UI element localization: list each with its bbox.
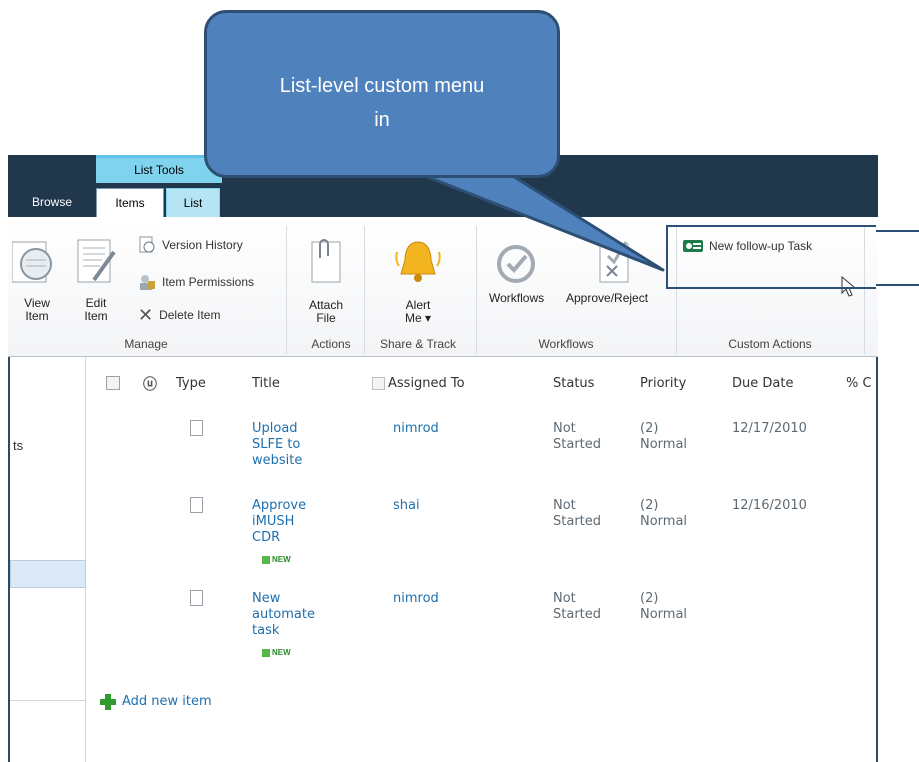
column-header-checkbox[interactable] bbox=[372, 377, 385, 390]
list-tools-context-label: List Tools bbox=[96, 155, 222, 183]
priority-value: (2) Normal bbox=[640, 591, 688, 622]
alert-me-label-2: Me ▾ bbox=[404, 311, 432, 325]
group-label-share-track: Share & Track bbox=[379, 337, 457, 351]
edit-item-label-2: Item bbox=[84, 309, 108, 323]
status-value: Not Started bbox=[553, 498, 602, 529]
tab-items[interactable]: Items bbox=[96, 188, 164, 217]
group-label-actions: Actions bbox=[311, 337, 351, 351]
add-new-item-link[interactable]: Add new item bbox=[100, 694, 212, 710]
group-label-custom-actions: Custom Actions bbox=[728, 337, 812, 351]
approve-reject-button[interactable] bbox=[594, 236, 644, 291]
add-plus-icon bbox=[100, 694, 116, 710]
edit-item-button[interactable]: Edit Item bbox=[72, 238, 120, 326]
approve-reject-label: Approve/Reject bbox=[566, 291, 649, 305]
approve-reject-icon bbox=[599, 241, 629, 283]
workflows-label: Workflows bbox=[489, 291, 545, 305]
assigned-to-link[interactable]: shai bbox=[393, 498, 420, 514]
highlight-leader-line bbox=[876, 284, 919, 286]
status-value: Not Started bbox=[553, 421, 602, 452]
column-header-assigned-to[interactable]: Assigned To bbox=[388, 376, 465, 391]
delete-item-button[interactable]: ✕ Delete Item bbox=[138, 305, 220, 325]
new-badge: NEW bbox=[262, 648, 291, 657]
view-item-button[interactable]: View Item bbox=[10, 238, 64, 326]
view-item-label-2: Item bbox=[25, 309, 49, 323]
column-header-title[interactable]: Title bbox=[252, 376, 280, 391]
assigned-to-link[interactable]: nimrod bbox=[393, 421, 439, 437]
nav-item-selected[interactable] bbox=[10, 560, 86, 588]
callout-text-line-1: List-level custom menu bbox=[279, 75, 485, 97]
callout-text-line-2: in bbox=[374, 109, 390, 131]
alert-bell-icon bbox=[395, 241, 441, 282]
assigned-to-link[interactable]: nimrod bbox=[393, 591, 439, 607]
callout-annotation: List-level custom menu in bbox=[204, 10, 560, 178]
column-header-percent[interactable]: % C bbox=[846, 376, 876, 391]
attach-file-icon bbox=[311, 239, 341, 283]
column-header-due-date[interactable]: Due Date bbox=[732, 376, 793, 391]
nav-item-partial[interactable]: ts bbox=[13, 438, 23, 453]
delete-icon: ✕ bbox=[138, 304, 154, 325]
due-date-value: 12/16/2010 bbox=[732, 498, 807, 513]
new-badge-icon bbox=[262, 648, 270, 657]
priority-value: (2) Normal bbox=[640, 421, 688, 452]
item-permissions-icon bbox=[140, 275, 155, 290]
item-permissions-button[interactable]: Item Permissions bbox=[138, 272, 254, 292]
edit-item-icon bbox=[77, 239, 116, 283]
document-icon bbox=[190, 590, 203, 606]
item-title-link[interactable]: Upload SLFE to website bbox=[252, 421, 302, 469]
due-date-value: 12/17/2010 bbox=[732, 421, 807, 436]
status-value: Not Started bbox=[553, 591, 602, 622]
view-item-icon bbox=[11, 241, 52, 283]
tab-list[interactable]: List bbox=[166, 188, 220, 217]
new-badge-icon bbox=[262, 555, 270, 564]
select-all-checkbox[interactable] bbox=[106, 376, 120, 390]
item-title-link[interactable]: New automate task bbox=[252, 591, 315, 639]
ribbon-separator bbox=[476, 226, 477, 354]
highlight-box bbox=[666, 225, 876, 289]
version-history-label: Version History bbox=[162, 238, 243, 252]
ribbon-separator bbox=[286, 226, 287, 354]
right-border bbox=[876, 357, 878, 762]
item-permissions-label: Item Permissions bbox=[162, 275, 255, 289]
nav-divider bbox=[10, 700, 86, 701]
attachment-column-icon: ⓤ bbox=[143, 376, 157, 392]
group-label-manage: Manage bbox=[124, 337, 168, 351]
version-history-button[interactable]: Version History bbox=[138, 235, 243, 255]
workflows-icon bbox=[497, 245, 535, 283]
column-header-priority[interactable]: Priority bbox=[640, 376, 686, 391]
group-label-workflows: Workflows bbox=[538, 337, 594, 351]
attach-file-label-2: File bbox=[316, 311, 336, 325]
alert-me-button[interactable]: Alert Me ▾ bbox=[372, 236, 464, 325]
column-header-type[interactable]: Type bbox=[176, 376, 206, 391]
tab-browse[interactable]: Browse bbox=[8, 188, 96, 217]
delete-item-label: Delete Item bbox=[159, 308, 221, 322]
highlight-leader-line bbox=[876, 230, 919, 232]
version-history-icon bbox=[139, 236, 155, 253]
item-title-link[interactable]: Approve iMUSH CDR bbox=[252, 498, 306, 546]
dropdown-arrow-icon: ▾ bbox=[421, 311, 432, 325]
document-icon bbox=[190, 497, 203, 513]
column-header-status[interactable]: Status bbox=[553, 376, 594, 391]
priority-value: (2) Normal bbox=[640, 498, 688, 529]
new-badge: NEW bbox=[262, 555, 291, 564]
attach-file-button[interactable]: Attach File bbox=[296, 236, 356, 325]
ribbon-separator bbox=[364, 226, 365, 354]
document-icon bbox=[190, 420, 203, 436]
workflows-button[interactable] bbox=[488, 240, 548, 289]
